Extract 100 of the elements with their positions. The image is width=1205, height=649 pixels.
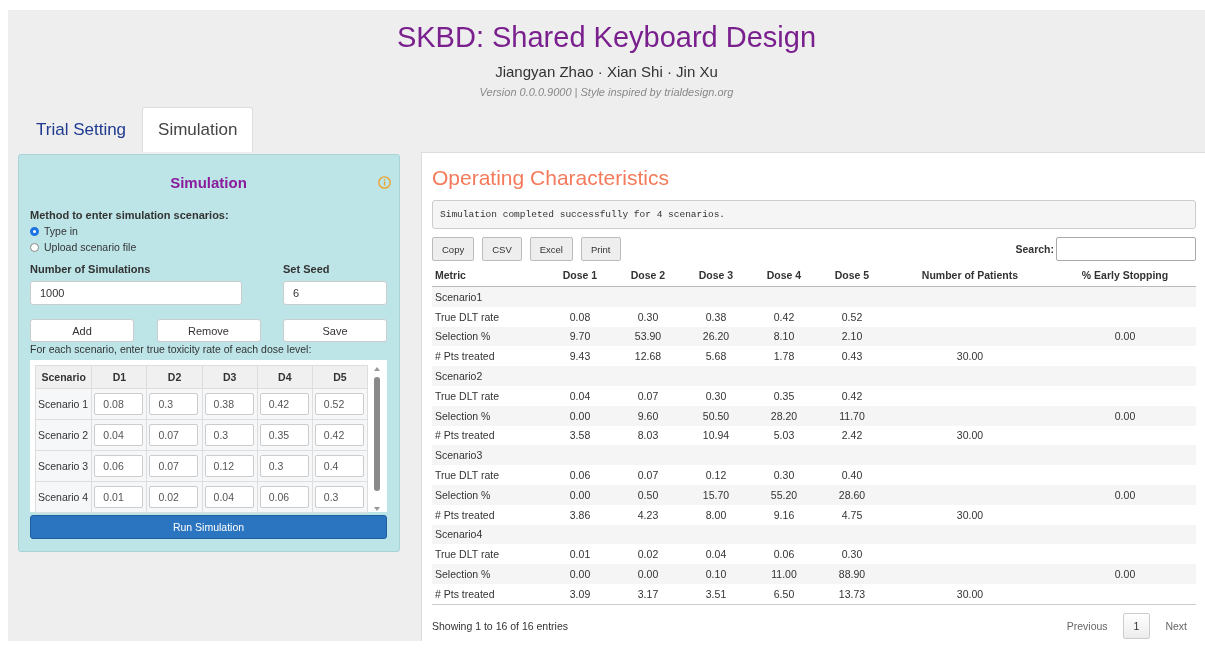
table-cell: 0.00 bbox=[569, 409, 591, 422]
group-row: Scenario3 bbox=[432, 445, 1196, 466]
table-cell: Selection % bbox=[432, 405, 546, 426]
radio-button[interactable] bbox=[30, 226, 39, 236]
rate-input[interactable]: 0.02 bbox=[149, 486, 199, 508]
action-button[interactable]: Save bbox=[283, 319, 387, 342]
rate-input[interactable]: 0.01 bbox=[94, 486, 144, 508]
radio-label: Upload scenario file bbox=[44, 241, 137, 253]
table-cell: 0.08 bbox=[569, 310, 591, 323]
table-cell: 12.68 bbox=[634, 350, 662, 363]
table-cell: 30.00 bbox=[956, 429, 984, 442]
table-cell: 0.30 bbox=[773, 469, 795, 482]
export-button[interactable]: Copy bbox=[432, 237, 475, 261]
table-cell: 0.01 bbox=[569, 548, 591, 561]
table-cell: 0.30 bbox=[637, 310, 659, 323]
table-cell: True DLT rate bbox=[432, 306, 546, 327]
group-row: Scenario2 bbox=[432, 366, 1196, 386]
method-label: Method to enter simulation scenarios: bbox=[30, 209, 230, 221]
page-button[interactable]: 1 bbox=[1122, 612, 1151, 639]
rate-input[interactable]: 0.04 bbox=[204, 486, 254, 508]
instruction-text: For each scenario, enter true toxicity rate of each dose level: bbox=[30, 343, 313, 355]
rate-input[interactable]: 0.06 bbox=[259, 486, 309, 508]
table-cell: 10.94 bbox=[702, 429, 730, 442]
table-cell: 3.17 bbox=[637, 587, 659, 600]
tab[interactable]: Trial Setting bbox=[20, 107, 143, 152]
rate-input[interactable]: 0.3 bbox=[204, 424, 254, 446]
group-row: Scenario1 bbox=[432, 286, 1196, 307]
scrollbar[interactable] bbox=[372, 365, 382, 513]
table-cell: 50.50 bbox=[702, 409, 730, 422]
table-cell: 0.35 bbox=[773, 389, 795, 402]
table-cell: 3.09 bbox=[569, 587, 591, 600]
table-cell: Selection % bbox=[432, 326, 546, 347]
input-field[interactable]: 1000 bbox=[30, 281, 242, 305]
rate-input[interactable]: 0.12 bbox=[204, 455, 254, 477]
table-cell: 0.00 bbox=[1114, 568, 1136, 581]
action-button[interactable]: Remove bbox=[156, 319, 261, 342]
action-button[interactable]: Add bbox=[30, 319, 134, 342]
table-cell: 5.68 bbox=[705, 350, 727, 363]
column-header: D2 bbox=[146, 365, 203, 389]
table-cell: 0.02 bbox=[637, 548, 659, 561]
table-cell: 0.00 bbox=[1114, 409, 1136, 422]
export-button[interactable]: Excel bbox=[529, 237, 573, 261]
table-cell: 15.70 bbox=[702, 488, 730, 501]
table-cell: 0.10 bbox=[705, 568, 727, 581]
row-header: Scenario 3 bbox=[35, 450, 92, 482]
rate-input[interactable]: 0.3 bbox=[149, 393, 199, 415]
search-label: Search: bbox=[1015, 243, 1054, 255]
radio-button[interactable] bbox=[30, 242, 39, 252]
table-cell: 0.07 bbox=[637, 469, 659, 482]
rate-input[interactable]: 0.35 bbox=[259, 424, 309, 446]
tab[interactable]: Simulation bbox=[142, 107, 254, 152]
table-cell: 0.04 bbox=[569, 389, 591, 402]
table-cell: 0.04 bbox=[705, 548, 727, 561]
run-simulation-button[interactable]: Run Simulation bbox=[30, 515, 387, 539]
table-cell: 0.00 bbox=[569, 488, 591, 501]
rate-input[interactable]: 0.07 bbox=[149, 424, 199, 446]
rate-input[interactable]: 0.42 bbox=[314, 424, 364, 446]
table-cell: 53.90 bbox=[634, 330, 662, 343]
table-cell: 0.42 bbox=[841, 389, 863, 402]
search-field[interactable] bbox=[1056, 237, 1196, 261]
rate-input[interactable]: 0.42 bbox=[259, 393, 309, 415]
table-cell: 6.50 bbox=[773, 587, 795, 600]
rate-input[interactable]: 0.4 bbox=[314, 455, 364, 477]
row-header: Scenario 4 bbox=[35, 481, 92, 513]
rate-input[interactable]: 0.07 bbox=[149, 455, 199, 477]
column-header: D5 bbox=[312, 365, 368, 389]
table-cell: # Pts treated bbox=[432, 346, 546, 367]
table-cell: 11.70 bbox=[839, 409, 865, 422]
table-cell: 0.00 bbox=[569, 568, 591, 581]
column-header: D3 bbox=[202, 365, 258, 389]
export-button[interactable]: Print bbox=[580, 237, 621, 261]
info-icon[interactable] bbox=[378, 176, 391, 189]
table-cell: 2.42 bbox=[841, 429, 863, 442]
column-header: Dose 5 bbox=[818, 263, 886, 287]
table-cell: 8.03 bbox=[637, 429, 659, 442]
rate-input[interactable]: 0.06 bbox=[94, 455, 144, 477]
table-cell: True DLT rate bbox=[432, 465, 546, 485]
table-cell: 4.23 bbox=[637, 508, 659, 521]
rate-input[interactable]: 0.38 bbox=[204, 393, 254, 415]
rate-input[interactable]: 0.3 bbox=[314, 486, 364, 508]
export-button[interactable]: CSV bbox=[482, 237, 522, 261]
column-header: D1 bbox=[91, 365, 147, 389]
rate-input[interactable]: 0.04 bbox=[94, 424, 144, 446]
table-cell: 0.52 bbox=[841, 310, 863, 323]
row-header: Scenario 1 bbox=[35, 388, 92, 420]
column-header: Metric bbox=[432, 263, 546, 287]
group-row: Scenario4 bbox=[432, 524, 1196, 545]
rate-input[interactable]: 0.52 bbox=[314, 393, 364, 415]
rate-input[interactable]: 0.08 bbox=[94, 393, 144, 415]
table-cell: 0.00 bbox=[637, 568, 659, 581]
column-header: D4 bbox=[257, 365, 313, 389]
input-field[interactable]: 6 bbox=[283, 281, 387, 305]
authors-text: Jiangyan Zhao · Xian Shi · Jin Xu bbox=[495, 63, 718, 80]
column-header: Dose 2 bbox=[614, 263, 682, 287]
table-cell: 3.51 bbox=[705, 587, 727, 600]
table-cell: 0.30 bbox=[705, 389, 727, 402]
field-label: Number of Simulations bbox=[30, 263, 152, 275]
rate-input[interactable]: 0.3 bbox=[259, 455, 309, 477]
entries-info: Showing 1 to 16 of 16 entries bbox=[432, 619, 568, 632]
table-cell: 9.70 bbox=[569, 330, 591, 343]
